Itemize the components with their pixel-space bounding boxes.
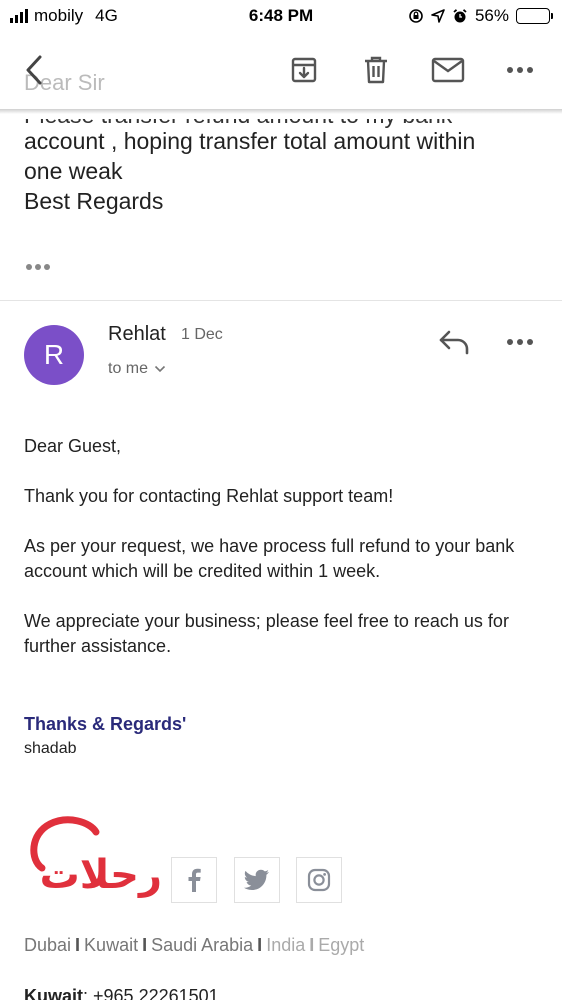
separator: I xyxy=(257,935,263,955)
more-options-icon[interactable] xyxy=(500,50,540,90)
location-egypt: Egypt xyxy=(318,935,365,955)
previous-line-3: one weak xyxy=(24,158,123,184)
twitter-icon[interactable] xyxy=(234,857,280,903)
back-chevron-icon[interactable] xyxy=(14,50,54,90)
separator: I xyxy=(75,935,81,955)
phone-label: Kuwait xyxy=(24,986,84,1000)
location-kuwait: Kuwait xyxy=(84,935,139,955)
rehlat-logo: رحلات xyxy=(24,808,174,904)
recipient-label: to me xyxy=(108,360,149,377)
mail-icon[interactable] xyxy=(428,50,468,90)
previous-message-body: Please transfer refund amount to my bank… xyxy=(24,119,544,216)
trash-icon[interactable] xyxy=(356,50,396,90)
location-icon xyxy=(431,9,445,23)
message-body: Dear Guest, Thank you for contacting Reh… xyxy=(24,434,544,684)
show-trimmed-content-button[interactable] xyxy=(26,264,50,270)
location-dubai: Dubai xyxy=(24,935,72,955)
message-more-icon[interactable] xyxy=(503,330,537,354)
location-saudi-arabia: Saudi Arabia xyxy=(151,935,254,955)
signature-name: shadab xyxy=(24,740,77,757)
status-bar: mobily 4G 6:48 PM 56% xyxy=(0,0,562,32)
phone-number[interactable]: : +965 22261501 xyxy=(83,986,219,1000)
body-paragraph-3: We appreciate your business; please feel… xyxy=(24,611,509,656)
previous-line-2: account , hoping transfer total amount w… xyxy=(24,128,476,154)
body-greeting: Dear Guest, xyxy=(24,436,122,456)
body-paragraph-2: As per your request, we have process ful… xyxy=(24,536,515,581)
previous-line-4: Best Regards xyxy=(24,188,164,214)
contact-phone: Kuwait: +965 22261501 xyxy=(24,986,219,1000)
battery-icon xyxy=(516,8,553,24)
separator: I xyxy=(142,935,148,955)
chevron-down-icon xyxy=(154,365,166,373)
rotation-lock-icon xyxy=(409,9,423,23)
battery-percent: 56% xyxy=(474,6,509,25)
office-locations: Dubai I Kuwait I Saudi Arabia I India I Egypt xyxy=(24,935,364,956)
toolbar-shadow xyxy=(0,109,562,114)
sender-avatar[interactable]: R xyxy=(24,325,84,385)
status-right: 56% xyxy=(408,6,553,26)
message-toolbar xyxy=(0,32,562,114)
alarm-icon xyxy=(453,9,467,23)
instagram-icon[interactable] xyxy=(296,857,342,903)
body-paragraph-1: Thank you for contacting Rehlat support … xyxy=(24,486,394,506)
logo-text: رحلات xyxy=(40,852,162,898)
message-divider xyxy=(0,300,562,301)
signature-thanks: Thanks & Regards' xyxy=(24,714,187,734)
separator: I xyxy=(309,935,315,955)
recipient-details-toggle[interactable]: to me xyxy=(108,360,166,378)
facebook-icon[interactable] xyxy=(171,857,217,903)
archive-icon[interactable] xyxy=(284,50,324,90)
reply-icon[interactable] xyxy=(436,326,476,360)
sender-name[interactable]: Rehlat xyxy=(108,323,166,346)
location-india: India xyxy=(266,935,306,955)
message-date: 1 Dec xyxy=(181,326,223,343)
